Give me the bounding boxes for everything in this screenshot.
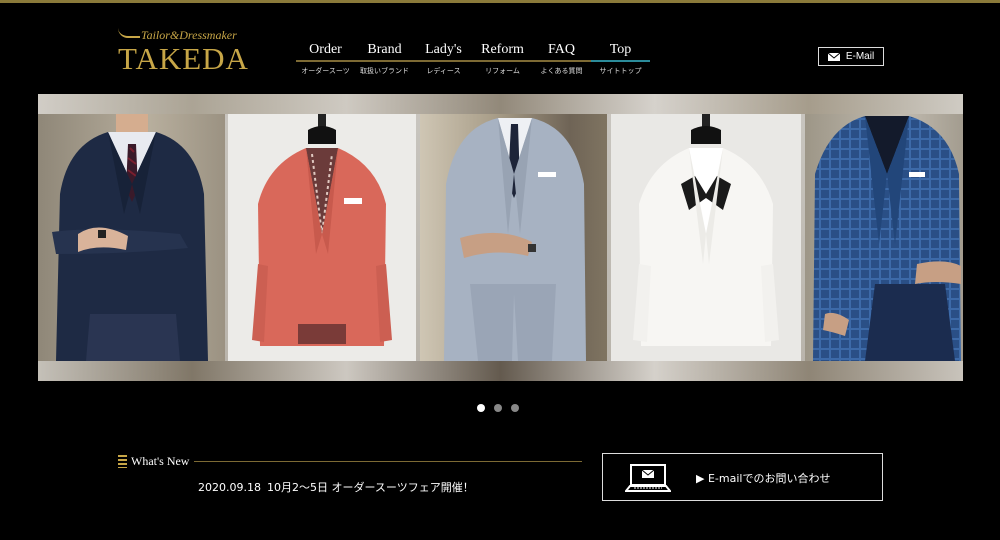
nav-label: FAQ [532,40,591,62]
hero-slider[interactable] [38,94,963,381]
navy-suit-model-photo [52,114,208,361]
nav-item-top[interactable]: Top サイトトップ [591,40,650,76]
nav-sublabel: サイトトップ [599,67,642,75]
nav-item-ladys[interactable]: Lady's レディース [414,40,473,76]
main-nav: Order オーダースーツ Brand 取扱いブランド Lady's レディース… [296,40,650,76]
nav-sublabel: よくある質問 [540,67,583,75]
nav-label: Order [296,40,355,62]
nav-item-order[interactable]: Order オーダースーツ [296,40,355,76]
nav-label: Reform [473,40,532,62]
news-date: 2020.09.18 [198,481,261,494]
envelope-icon [827,52,840,61]
slider-pagination [477,404,519,412]
logo-name: TAKEDA [118,41,249,76]
news-divider [194,461,582,462]
coral-jacket-mannequin-photo [252,114,392,346]
grey-suit-model-photo [444,118,586,361]
nav-label: Lady's [414,40,473,62]
news-heading: What's New [118,454,189,469]
slide-blue-check-jacket [805,114,963,361]
site-logo[interactable]: Tailor&Dressmaker TAKEDA [118,28,258,78]
swash-icon [118,28,140,38]
slide-grey-suit [420,114,607,361]
slider-dot-1[interactable] [477,404,485,412]
news-text: 10月2〜5日 オーダースーツフェア開催！ [266,481,474,494]
news-heading-label: What's New [131,454,190,468]
top-accent-line [0,0,1000,3]
email-contact-button[interactable]: ▶ E-mailでのお問い合わせ [602,453,883,501]
slide-white-tuxedo [611,114,801,361]
nav-item-brand[interactable]: Brand 取扱いブランド [355,40,414,76]
slide-navy-suit [38,114,225,361]
nav-sublabel: 取扱いブランド [360,67,409,75]
laptop-mail-icon [625,464,671,492]
nav-item-faq[interactable]: FAQ よくある質問 [532,40,591,76]
email-contact-label: ▶ E-mailでのお問い合わせ [696,472,831,485]
email-button[interactable]: E-Mail [818,47,884,66]
nav-label: Brand [355,40,414,62]
slider-blur-bottom [38,361,963,381]
slider-dot-2[interactable] [494,404,502,412]
slider-blur-top [38,94,963,114]
email-button-label: E-Mail [845,51,875,62]
blue-check-jacket-model-photo [813,116,961,361]
white-tuxedo-mannequin-photo [633,114,779,346]
nav-item-reform[interactable]: Reform リフォーム [473,40,532,76]
nav-sublabel: オーダースーツ [301,67,350,75]
nav-label: Top [591,40,650,62]
slider-dot-3[interactable] [511,404,519,412]
slide-coral-jacket [228,114,416,361]
nav-sublabel: レディース [426,67,461,75]
nav-sublabel: リフォーム [485,67,520,75]
news-item[interactable]: 2020.09.18 10月2〜5日 オーダースーツフェア開催！ [198,479,474,495]
lines-icon [118,455,127,468]
